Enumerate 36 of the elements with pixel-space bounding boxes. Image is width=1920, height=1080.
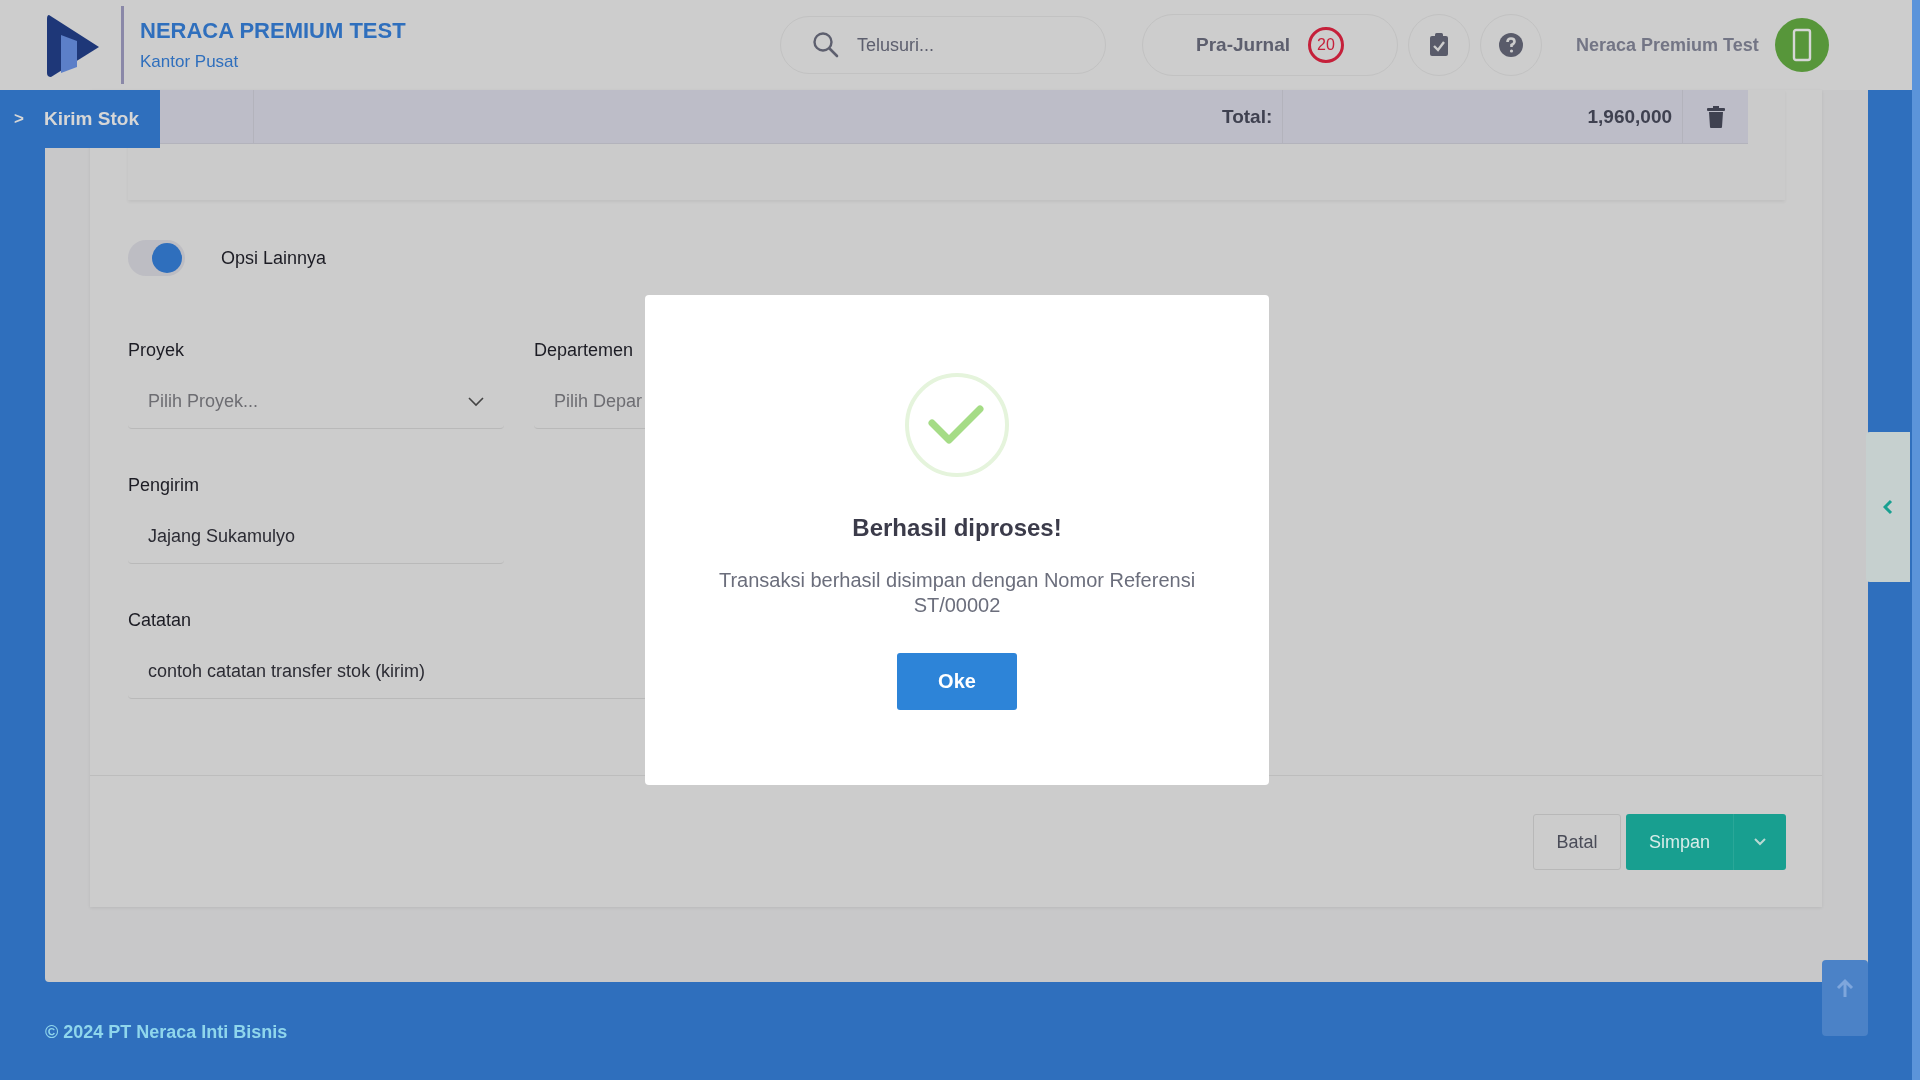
brand-title: NERACA PREMIUM TEST bbox=[140, 18, 407, 44]
dialog-title: Berhasil diproses! bbox=[852, 514, 1062, 542]
chevron-right-icon: > bbox=[14, 109, 24, 129]
total-label: Total: bbox=[1221, 105, 1273, 128]
caret-icon bbox=[1754, 838, 1766, 846]
search-icon bbox=[812, 31, 840, 59]
search-field[interactable]: Telusuri... bbox=[780, 16, 1106, 74]
cancel-button[interactable]: Batal bbox=[1533, 814, 1621, 870]
copyright-text: © 2024 PT Neraca Inti Bisnis bbox=[45, 1022, 288, 1042]
logo-icon bbox=[45, 13, 101, 79]
help-icon bbox=[1499, 33, 1523, 57]
select-field[interactable]: Pilih Proyek... bbox=[128, 375, 504, 429]
clipboard-check-icon bbox=[1429, 33, 1449, 57]
input-field[interactable]: Jajang Sukamulyo bbox=[128, 510, 504, 564]
trash-icon[interactable] bbox=[1706, 105, 1725, 128]
success-check-icon bbox=[904, 372, 1010, 478]
chevron-down-icon bbox=[468, 396, 484, 407]
field-label: Proyek bbox=[128, 340, 185, 361]
toggle-switch[interactable] bbox=[128, 240, 185, 276]
avatar[interactable] bbox=[1774, 18, 1829, 72]
arrow-up-icon bbox=[1836, 978, 1854, 998]
chevron-left-icon bbox=[1883, 499, 1893, 515]
field-label: Catatan bbox=[128, 610, 192, 631]
tablet-icon bbox=[1791, 28, 1812, 62]
scrollbar[interactable] bbox=[1912, 0, 1920, 1080]
branch-name: Kantor Pusat bbox=[140, 52, 240, 72]
toggle-label: Opsi Lainnya bbox=[221, 247, 327, 269]
user-name: Neraca Premium Test bbox=[1576, 34, 1759, 56]
side-panel-handle[interactable] bbox=[1866, 432, 1910, 582]
field-label: Departemen bbox=[534, 340, 634, 361]
scroll-top-button[interactable] bbox=[1822, 960, 1868, 1036]
count-badge: 20 bbox=[1308, 27, 1344, 63]
ok-button[interactable]: Oke bbox=[897, 653, 1017, 710]
field-label: Pengirim bbox=[128, 475, 200, 496]
dialog-message: Transaksi berhasil disimpan dengan Nomor Referensi ST/00002 bbox=[717, 568, 1197, 618]
total-value: 1,960,000 bbox=[1587, 105, 1673, 128]
